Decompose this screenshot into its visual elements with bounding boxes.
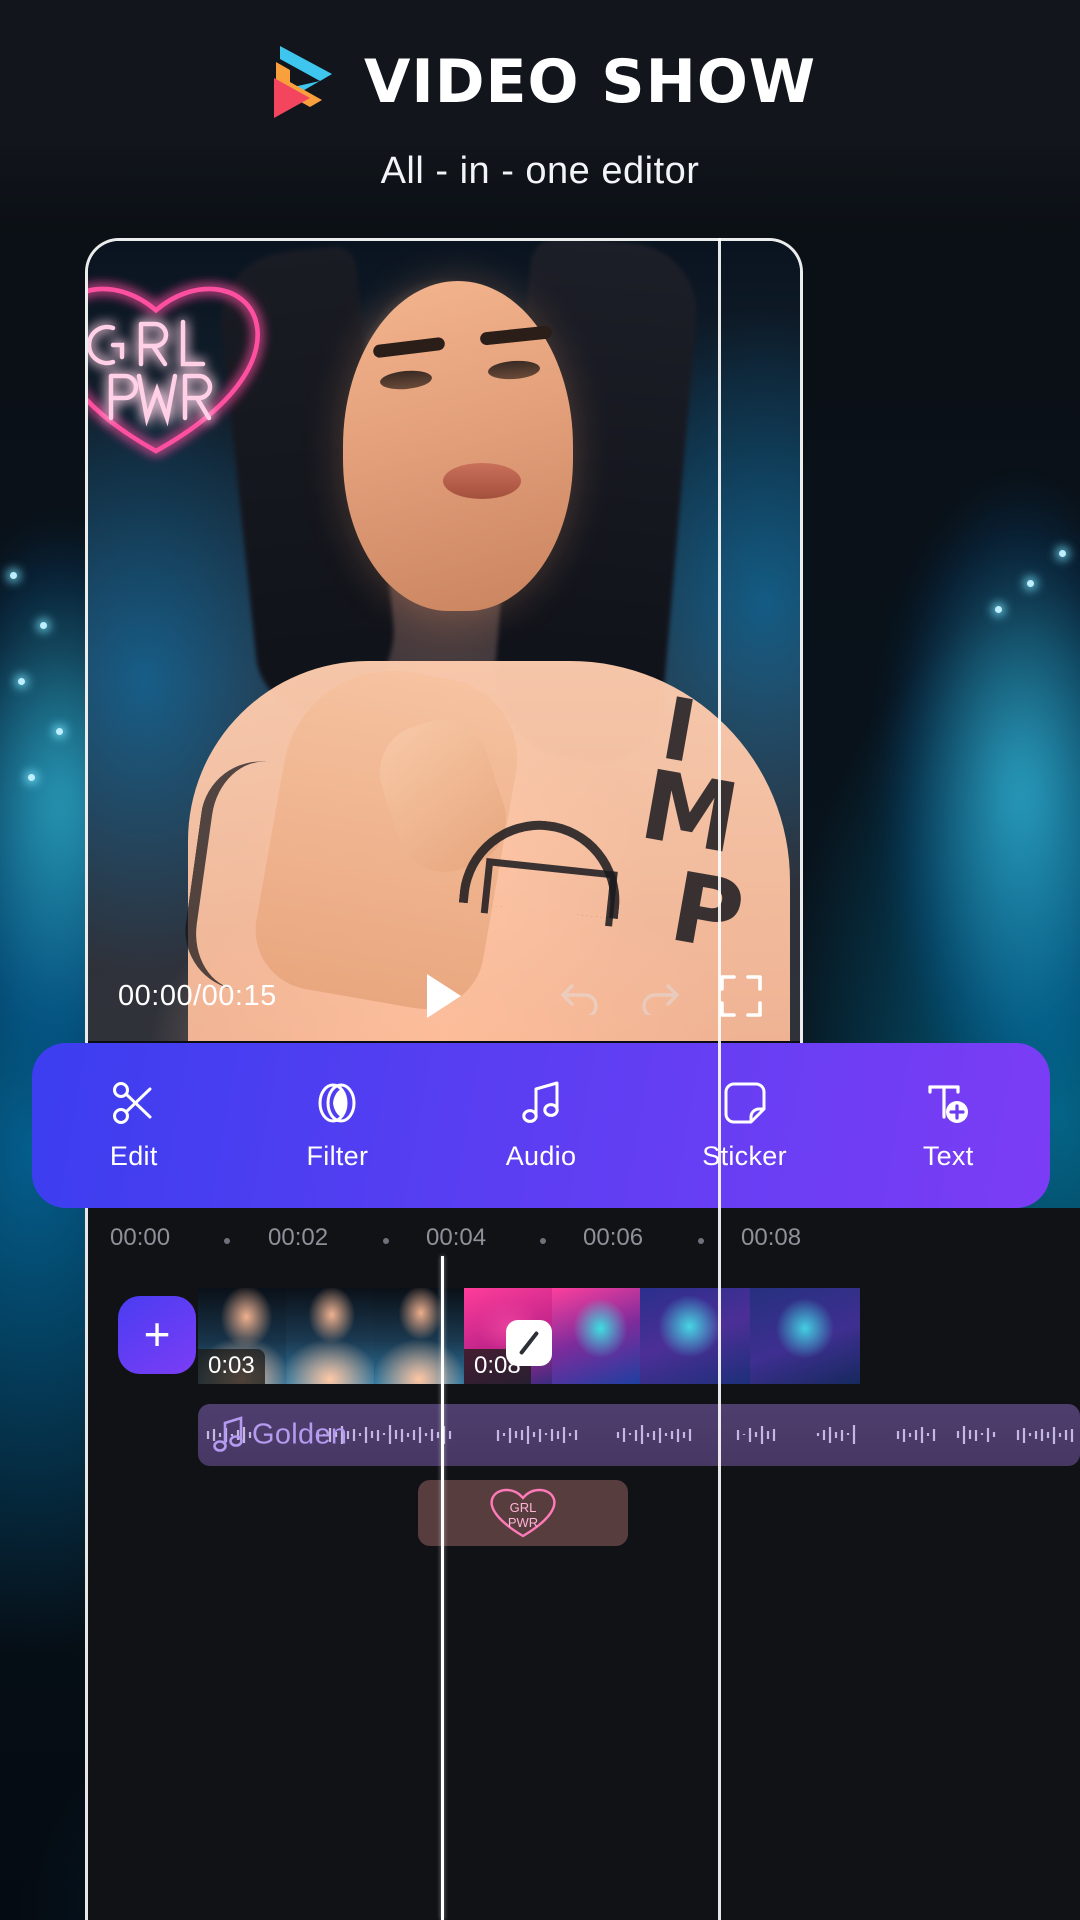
grl-pwr-sticker-thumb-icon: GRL PWR <box>490 1488 556 1538</box>
timeline-clip[interactable]: 0:03 <box>198 1288 286 1384</box>
editor-toolbar: Edit Filter Audio Sticker Text <box>32 1043 1050 1208</box>
app-subtitle: All - in - one editor <box>380 150 700 192</box>
ruler-tick: 00:04 <box>426 1224 487 1251</box>
toolbar-item-text[interactable]: Text <box>846 1079 1050 1172</box>
scissors-icon <box>112 1082 152 1124</box>
toolbar-label-sticker: Sticker <box>702 1141 787 1171</box>
app-header: VIDEO SHOW All - in - one editor <box>0 0 1080 224</box>
audio-track[interactable]: Golden <box>198 1404 1080 1466</box>
svg-text:GRL: GRL <box>510 1500 537 1515</box>
ruler-tick: 00:08 <box>741 1224 802 1251</box>
toolbar-label-filter: Filter <box>306 1141 369 1171</box>
title-row: VIDEO SHOW <box>0 42 1080 122</box>
music-note-icon <box>522 1081 559 1123</box>
timeline-clip[interactable] <box>374 1288 464 1384</box>
ruler-tick: 00:02 <box>268 1224 329 1251</box>
ruler-dot <box>698 1238 704 1244</box>
clip-duration-label: 0:03 <box>198 1349 265 1384</box>
toolbar-item-edit[interactable]: Edit <box>32 1079 236 1172</box>
timeline-clip[interactable] <box>750 1288 860 1384</box>
text-add-icon <box>928 1085 969 1123</box>
ruler-dot <box>540 1238 546 1244</box>
timeline-clip[interactable] <box>286 1288 374 1384</box>
ruler-dot <box>224 1238 230 1244</box>
filter-circles-icon <box>318 1083 356 1123</box>
timeline-ruler[interactable]: 00:00 00:02 00:04 00:06 00:08 <box>88 1208 1080 1274</box>
ruler-tick: 00:06 <box>583 1224 644 1251</box>
music-note-icon <box>213 1416 243 1452</box>
timeline-panel: 00:00 00:02 00:04 00:06 00:08 + 0:03 0:0… <box>85 1208 1080 1920</box>
videoshow-play-logo-icon <box>264 42 340 122</box>
playback-time-label: 00:00/00:15 <box>118 979 277 1012</box>
timeline-clip[interactable] <box>552 1288 640 1384</box>
portrait-lips <box>443 463 521 499</box>
toolbar-item-audio[interactable]: Audio <box>439 1079 643 1172</box>
play-icon[interactable] <box>427 974 461 1018</box>
timeline-playhead[interactable] <box>441 1256 444 1920</box>
toolbar-label-text: Text <box>922 1141 974 1171</box>
toolbar-item-filter[interactable]: Filter <box>236 1079 440 1172</box>
player-controls-bar: 00:00/00:15 <box>88 951 800 1041</box>
sticker-clip[interactable]: GRL PWR <box>418 1480 628 1546</box>
toolbar-label-audio: Audio <box>505 1141 577 1171</box>
audio-clip-name: Golden <box>252 1418 348 1451</box>
timeline-clip[interactable] <box>640 1288 750 1384</box>
fullscreen-expand-icon[interactable] <box>718 973 764 1019</box>
page-title: VIDEO SHOW <box>363 47 817 117</box>
toolbar-label-edit: Edit <box>109 1141 158 1171</box>
add-media-button[interactable]: + <box>118 1296 196 1374</box>
redo-arrow-icon[interactable] <box>636 977 682 1019</box>
timeline-clip-track[interactable]: 0:03 0:08 <box>198 1288 1080 1384</box>
ruler-tick: 00:00 <box>110 1224 171 1251</box>
phone-frame-right-edge <box>718 238 721 1920</box>
ruler-dot <box>383 1238 389 1244</box>
toolbar-item-sticker[interactable]: Sticker <box>643 1079 847 1172</box>
undo-arrow-icon[interactable] <box>558 977 604 1019</box>
transition-slash-icon[interactable] <box>506 1320 552 1366</box>
grl-pwr-neon-sticker[interactable] <box>88 256 313 516</box>
sticker-square-icon <box>724 1082 766 1124</box>
svg-text:PWR: PWR <box>508 1515 538 1530</box>
